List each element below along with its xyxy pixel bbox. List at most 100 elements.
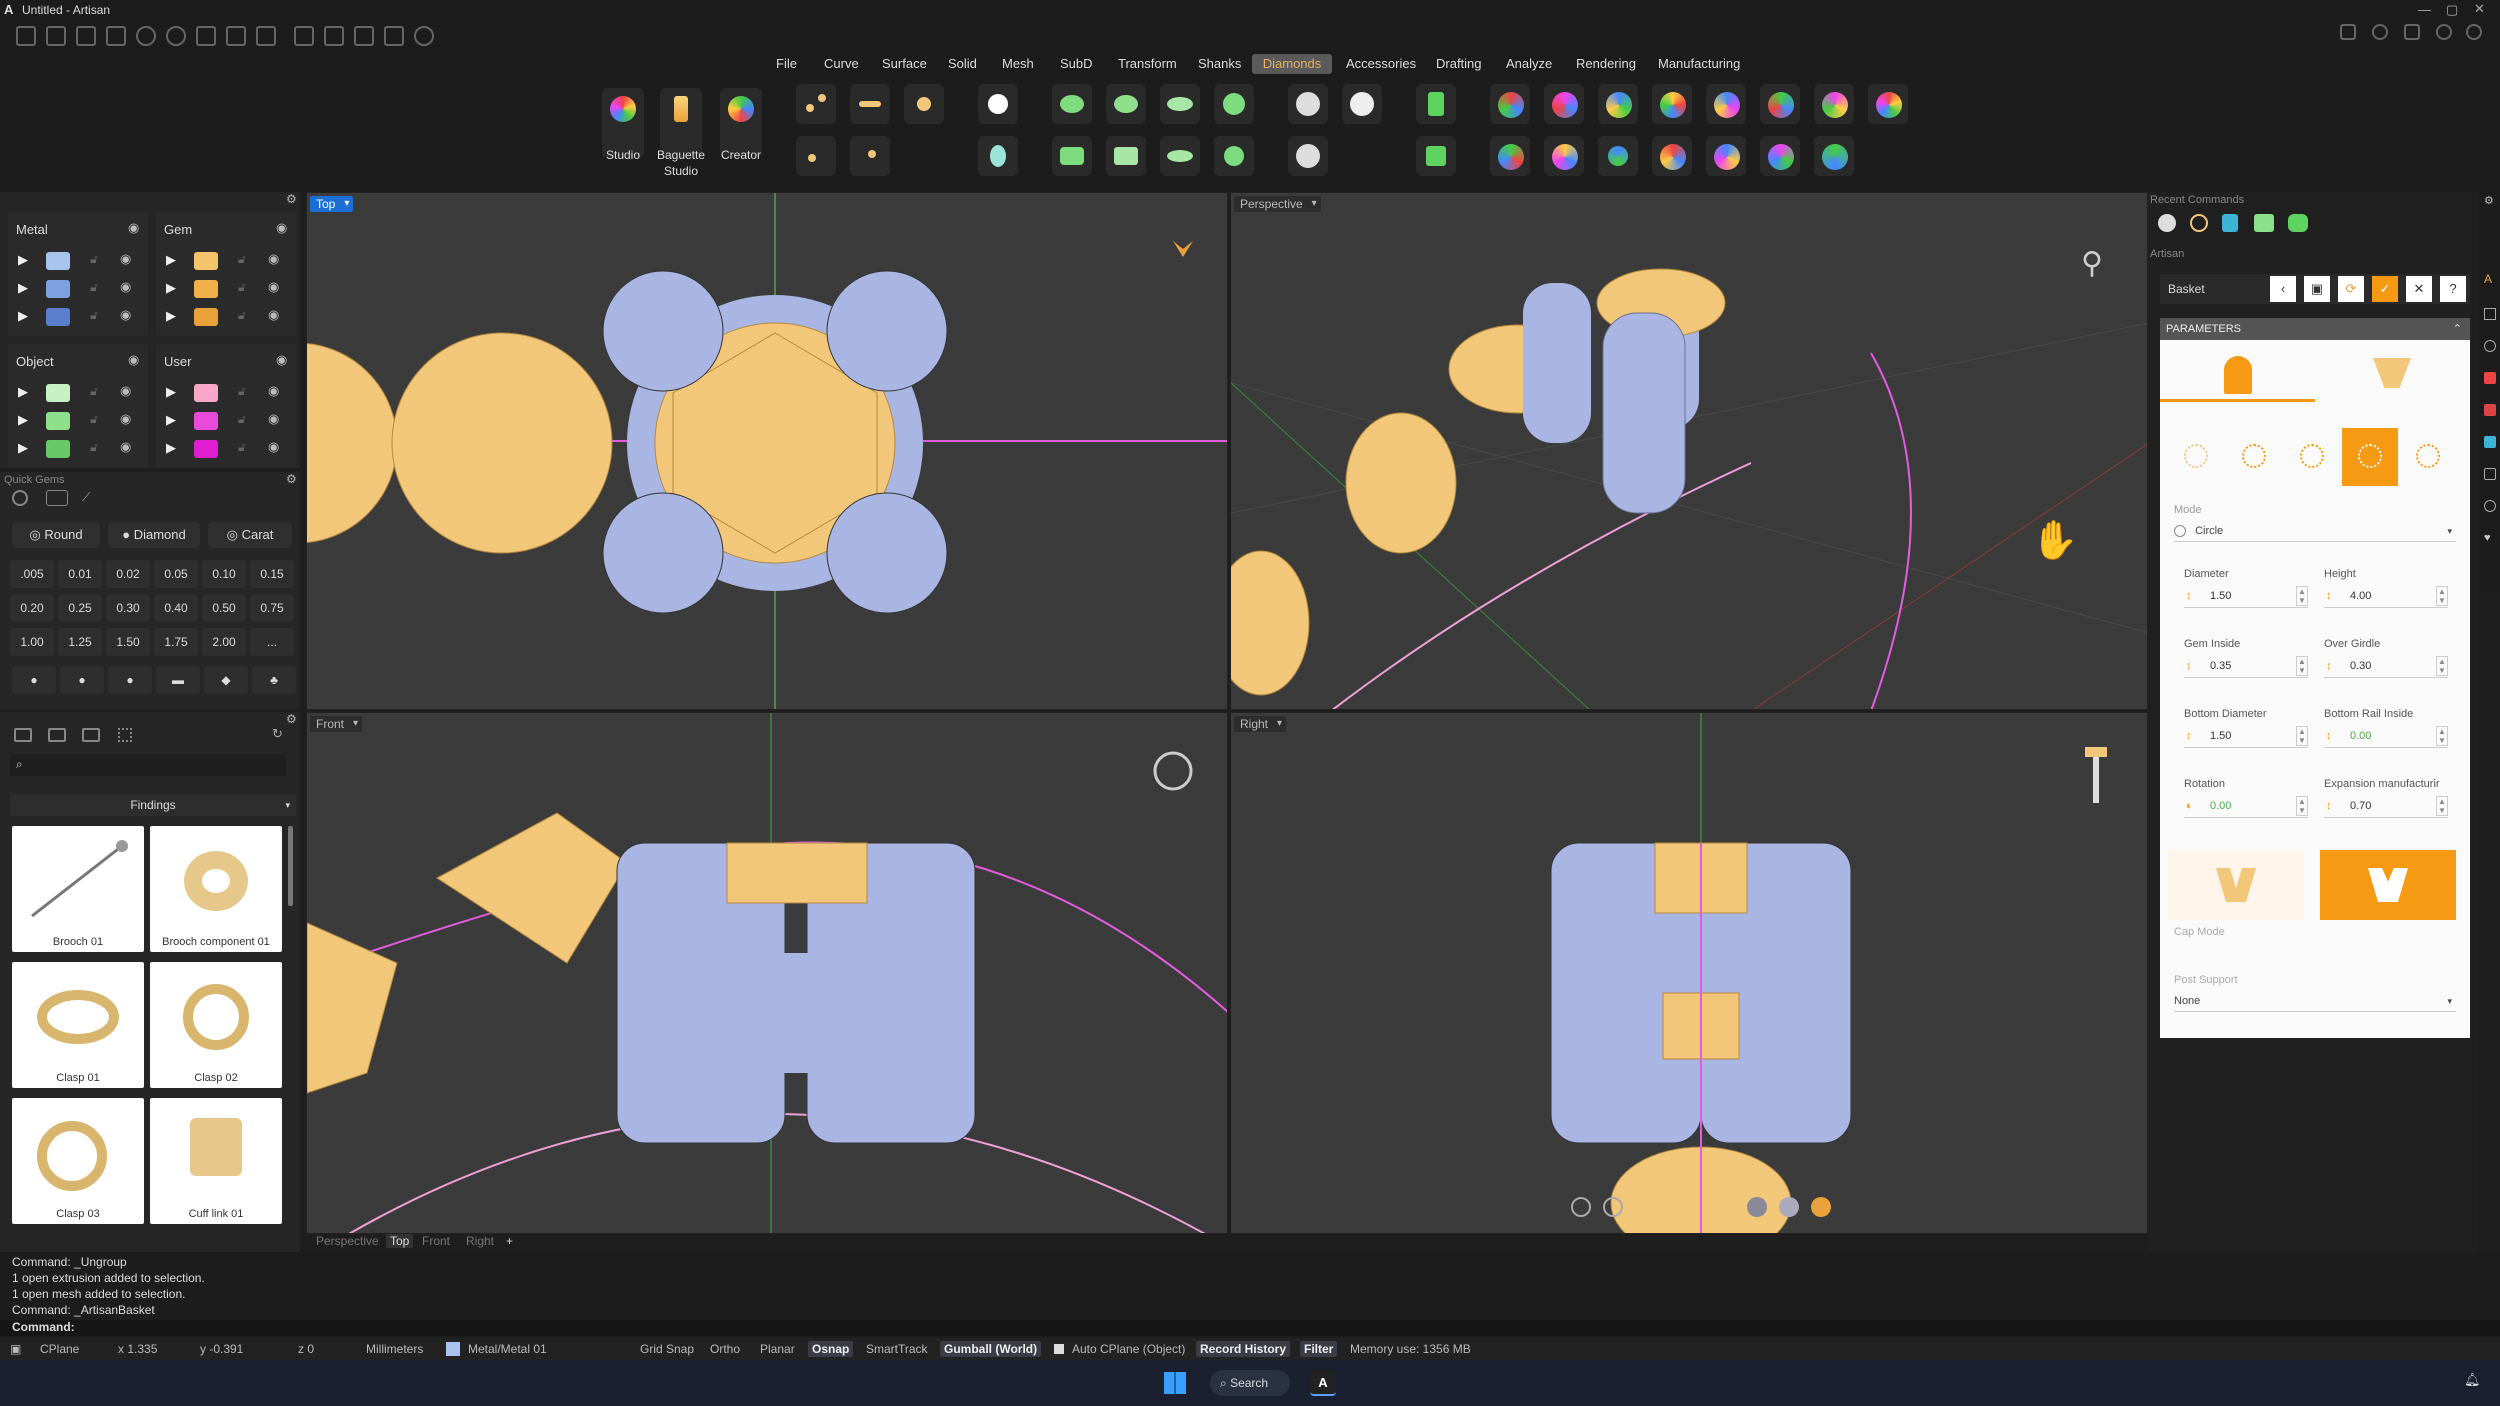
lock-icon[interactable]: 🔓︎ (238, 384, 246, 399)
eye-icon[interactable]: ◉ (128, 220, 139, 236)
prong-option-6[interactable] (2400, 428, 2456, 486)
round-gem-button[interactable] (978, 84, 1018, 124)
preset-pear-icon[interactable]: ◆ (204, 666, 248, 694)
bottom-rail-stepper[interactable]: ▲ ▼ (2436, 726, 2448, 746)
layer-color-swatch[interactable] (194, 440, 218, 458)
gem-tool-h-button[interactable] (1868, 84, 1908, 124)
prong-setting-2-button[interactable] (1106, 84, 1146, 124)
layer-color-swatch[interactable] (194, 412, 218, 430)
eye-icon[interactable]: ◉ (268, 251, 279, 267)
menu-mesh[interactable]: Mesh (996, 54, 1040, 74)
reset-button[interactable]: ⟳ (2338, 276, 2364, 302)
redo-icon[interactable] (166, 26, 186, 46)
recent-array-icon[interactable] (2254, 214, 2274, 232)
diameter-field[interactable]: ↕ 1.50 ▲ ▼ (2184, 584, 2308, 608)
eye-icon[interactable]: ◉ (120, 251, 131, 267)
menu-file[interactable]: File (770, 54, 803, 74)
layer-color-swatch[interactable] (194, 308, 218, 326)
layers-settings-icon[interactable]: ⚙ (286, 192, 297, 206)
gem-size-button[interactable]: ... (250, 628, 294, 656)
panel-icon-3[interactable] (2404, 24, 2420, 40)
library-search-field[interactable]: ⌕ (10, 754, 286, 776)
side-library-icon[interactable] (2484, 436, 2496, 448)
play-icon[interactable]: ▶ (166, 280, 176, 296)
gem-tool-n-button[interactable] (1760, 136, 1800, 176)
gem-size-button[interactable]: 2.00 (202, 628, 246, 656)
grid-view-icon[interactable] (118, 728, 132, 742)
panel-icon-2[interactable] (2372, 24, 2388, 40)
basket-type-tab[interactable] (2160, 340, 2315, 402)
basket-setting-button[interactable] (1052, 136, 1092, 176)
layer-row[interactable]: ▶ 🔓︎ ◉ (16, 438, 140, 460)
pave-button[interactable] (1288, 84, 1328, 124)
library-item-brooch-01[interactable]: Brooch 01 (12, 826, 144, 952)
preset-round-icon[interactable]: ● (12, 666, 56, 694)
layer-color-swatch[interactable] (46, 412, 70, 430)
cancel-button[interactable]: ✕ (2406, 276, 2432, 302)
eye-icon[interactable]: ◉ (128, 352, 139, 368)
eye-icon[interactable]: ◉ (268, 383, 279, 399)
gem-size-button[interactable]: 1.75 (154, 628, 198, 656)
lock-icon[interactable]: 🔓︎ (90, 440, 98, 455)
status-auto-cplane[interactable]: Auto CPlane (Object) (1068, 1341, 1189, 1357)
gem-size-button[interactable]: 1.00 (10, 628, 54, 656)
bottom-diameter-field[interactable]: ↕ 1.50 ▲ ▼ (2184, 724, 2308, 748)
viewport-label-front[interactable]: Front (310, 716, 363, 732)
mode-dropdown[interactable]: Circle ▾ (2174, 520, 2456, 542)
gem-cross-button[interactable] (904, 84, 944, 124)
play-icon[interactable]: ▶ (18, 280, 28, 296)
bezel-setting-button[interactable] (1160, 84, 1200, 124)
notification-icon[interactable]: 🔔︎ (2464, 1372, 2481, 1388)
lock-icon[interactable]: 🔓︎ (90, 308, 98, 323)
library-item-clasp-02[interactable]: Clasp 02 (150, 962, 282, 1088)
over-girdle-stepper[interactable]: ▲ ▼ (2436, 656, 2448, 676)
side-gem-icon[interactable]: ♥ (2484, 532, 2491, 544)
gem-size-button[interactable]: 0.05 (154, 560, 198, 588)
prong-option-3[interactable] (2226, 428, 2282, 486)
eye-icon[interactable]: ◉ (276, 352, 287, 368)
prong-option-1[interactable] (2168, 428, 2224, 486)
menu-analyze[interactable]: Analyze (1500, 54, 1558, 74)
help-icon[interactable] (2436, 24, 2452, 40)
folder-open-icon[interactable] (14, 728, 32, 742)
shape-round-button[interactable]: ◎ Round (12, 522, 100, 548)
quick-gems-settings-icon[interactable]: ⚙ (286, 472, 297, 486)
menu-drafting[interactable]: Drafting (1430, 54, 1488, 74)
layer-row[interactable]: ▶ 🔓︎ ◉ (16, 306, 140, 328)
play-icon[interactable]: ▶ (18, 252, 28, 268)
layer-row[interactable]: ▶ 🔓︎ ◉ (16, 382, 140, 404)
menu-accessories[interactable]: Accessories (1340, 54, 1422, 74)
gem-size-button[interactable]: 0.02 (106, 560, 150, 588)
layer-row[interactable]: ▶ 🔓︎ ◉ (164, 306, 288, 328)
gem-size-button[interactable]: 0.40 (154, 594, 198, 622)
cluster-setting-button[interactable] (1214, 136, 1254, 176)
gem-size-button[interactable]: 0.30 (106, 594, 150, 622)
viewport-label-right[interactable]: Right (1234, 716, 1287, 732)
lock-icon[interactable]: 🔓︎ (238, 440, 246, 455)
measure-icon[interactable] (294, 26, 314, 46)
settings-tool-icon[interactable] (414, 26, 434, 46)
height-stepper[interactable]: ▲ ▼ (2436, 586, 2448, 606)
layer-row[interactable]: ▶ 🔓︎ ◉ (164, 438, 288, 460)
bottom-diameter-stepper[interactable]: ▲ ▼ (2296, 726, 2308, 746)
lock-icon[interactable]: 🔓︎ (238, 412, 246, 427)
recent-gem-icon[interactable] (2222, 214, 2238, 232)
windows-start-icon[interactable] (1164, 1372, 1186, 1394)
preset-oval-icon[interactable]: ● (60, 666, 104, 694)
pave-2-button[interactable] (1342, 84, 1382, 124)
gem-curve-button[interactable] (850, 84, 890, 124)
viewport-front[interactable]: Front (306, 712, 1228, 1234)
gem-size-button[interactable]: 0.10 (202, 560, 246, 588)
taskbar-search-button[interactable]: ⌕ Search (1210, 1370, 1290, 1396)
gem-tool-a-button[interactable] (1490, 84, 1530, 124)
prong-option-4[interactable] (2342, 428, 2398, 486)
play-icon[interactable]: ▶ (166, 440, 176, 456)
material-diamond-button[interactable]: ● Diamond (108, 522, 200, 548)
lock-icon[interactable]: 🔓︎ (238, 308, 246, 323)
gem-size-button[interactable]: 0.50 (202, 594, 246, 622)
viewport-right[interactable]: Right (1230, 712, 2148, 1234)
gem-size-button[interactable]: 0.15 (250, 560, 294, 588)
export-icon[interactable] (256, 26, 276, 46)
eye-icon[interactable]: ◉ (120, 383, 131, 399)
lock-icon[interactable]: 🔓︎ (90, 412, 98, 427)
